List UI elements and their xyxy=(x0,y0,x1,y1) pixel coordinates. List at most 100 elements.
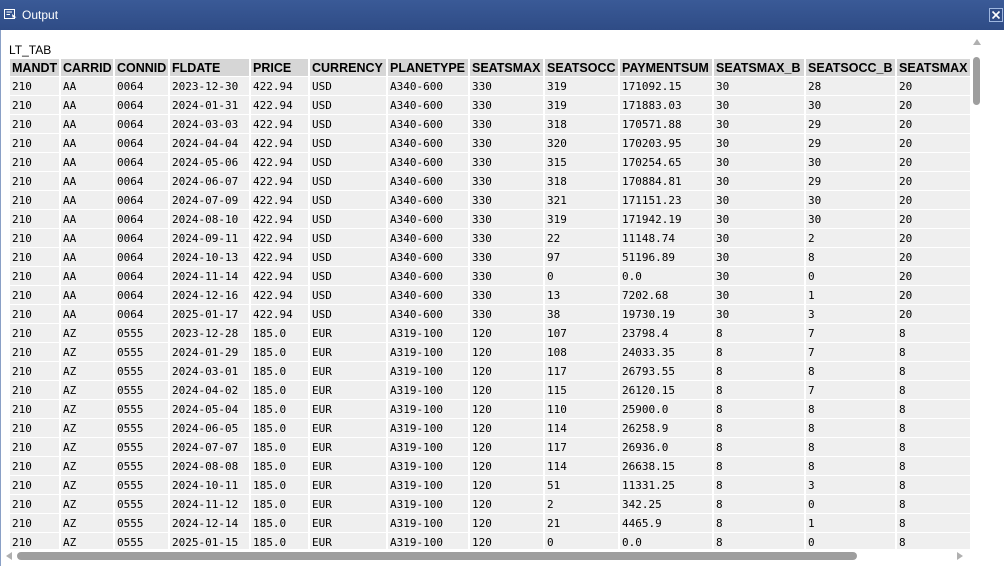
table-cell[interactable]: 185.0 xyxy=(251,381,310,400)
table-cell[interactable]: 210 xyxy=(10,533,61,549)
table-cell[interactable]: 30 xyxy=(714,191,806,210)
table-cell[interactable]: A340-600 xyxy=(388,305,470,324)
table-cell[interactable]: 0064 xyxy=(115,153,170,172)
table-cell[interactable]: 422.94 xyxy=(251,115,310,134)
table-cell[interactable]: 210 xyxy=(10,267,61,286)
table-cell[interactable]: 210 xyxy=(10,191,61,210)
table-cell[interactable]: 25900.0 xyxy=(620,400,714,419)
table-cell[interactable]: 185.0 xyxy=(251,438,310,457)
table-cell[interactable]: 8 xyxy=(897,381,970,400)
table-cell[interactable]: A340-600 xyxy=(388,153,470,172)
table-cell[interactable]: 170254.65 xyxy=(620,153,714,172)
table-cell[interactable]: 210 xyxy=(10,134,61,153)
table-cell[interactable]: AZ xyxy=(61,438,115,457)
scroll-left-arrow-icon[interactable] xyxy=(6,552,12,560)
table-cell[interactable]: 30 xyxy=(714,172,806,191)
table-cell[interactable]: 8 xyxy=(714,514,806,533)
table-cell[interactable]: 330 xyxy=(470,248,545,267)
column-header[interactable]: SEATSMAX_B xyxy=(714,59,806,77)
table-cell[interactable]: 20 xyxy=(897,96,970,115)
table-cell[interactable]: 8 xyxy=(806,362,897,381)
table-cell[interactable]: 8 xyxy=(897,533,970,549)
table-cell[interactable]: 422.94 xyxy=(251,210,310,229)
table-cell[interactable]: 185.0 xyxy=(251,533,310,549)
table-cell[interactable]: 2024-08-10 xyxy=(170,210,251,229)
table-cell[interactable]: A319-100 xyxy=(388,438,470,457)
table-cell[interactable]: AA xyxy=(61,286,115,305)
table-cell[interactable]: 120 xyxy=(470,343,545,362)
table-cell[interactable]: 7 xyxy=(806,343,897,362)
table-cell[interactable]: 170884.81 xyxy=(620,172,714,191)
table-cell[interactable]: USD xyxy=(310,210,388,229)
column-header[interactable]: FLDATE xyxy=(170,59,251,77)
table-cell[interactable]: 171092.15 xyxy=(620,77,714,96)
table-cell[interactable]: 2023-12-28 xyxy=(170,324,251,343)
table-cell[interactable]: 2024-03-01 xyxy=(170,362,251,381)
table-cell[interactable]: 30 xyxy=(714,115,806,134)
table-cell[interactable]: 0064 xyxy=(115,229,170,248)
table-cell[interactable]: 2024-04-04 xyxy=(170,134,251,153)
table-cell[interactable]: 0555 xyxy=(115,495,170,514)
table-cell[interactable]: 2023-12-30 xyxy=(170,77,251,96)
table-cell[interactable]: 110 xyxy=(545,400,620,419)
table-cell[interactable]: AZ xyxy=(61,533,115,549)
table-cell[interactable]: 2024-11-12 xyxy=(170,495,251,514)
table-cell[interactable]: 107 xyxy=(545,324,620,343)
table-cell[interactable]: A319-100 xyxy=(388,343,470,362)
table-cell[interactable]: 30 xyxy=(714,229,806,248)
table-cell[interactable]: 20 xyxy=(897,286,970,305)
table-cell[interactable]: 318 xyxy=(545,115,620,134)
table-cell[interactable]: 7 xyxy=(806,324,897,343)
table-cell[interactable]: USD xyxy=(310,191,388,210)
table-cell[interactable]: 319 xyxy=(545,96,620,115)
table-cell[interactable]: 422.94 xyxy=(251,153,310,172)
table-cell[interactable]: 0555 xyxy=(115,343,170,362)
table-cell[interactable]: A319-100 xyxy=(388,533,470,549)
table-cell[interactable]: 2024-01-29 xyxy=(170,343,251,362)
table-cell[interactable]: 8 xyxy=(897,419,970,438)
table-cell[interactable]: 30 xyxy=(714,134,806,153)
table-cell[interactable]: EUR xyxy=(310,419,388,438)
table-cell[interactable]: 185.0 xyxy=(251,400,310,419)
column-header[interactable]: CURRENCY xyxy=(310,59,388,77)
table-cell[interactable]: 0 xyxy=(806,533,897,549)
table-cell[interactable]: 171883.03 xyxy=(620,96,714,115)
column-header[interactable]: SEATSOCC xyxy=(545,59,620,77)
table-cell[interactable]: 8 xyxy=(806,248,897,267)
table-cell[interactable]: A319-100 xyxy=(388,362,470,381)
close-button[interactable] xyxy=(989,8,1003,22)
table-cell[interactable]: 23798.4 xyxy=(620,324,714,343)
table-cell[interactable]: 20 xyxy=(897,172,970,191)
table-cell[interactable]: 422.94 xyxy=(251,286,310,305)
table-cell[interactable]: AZ xyxy=(61,419,115,438)
table-cell[interactable]: 0064 xyxy=(115,286,170,305)
table-cell[interactable]: 2024-12-16 xyxy=(170,286,251,305)
table-cell[interactable]: A340-600 xyxy=(388,134,470,153)
table-cell[interactable]: 8 xyxy=(806,400,897,419)
table-cell[interactable]: 120 xyxy=(470,476,545,495)
table-cell[interactable]: 120 xyxy=(470,533,545,549)
table-cell[interactable]: 13 xyxy=(545,286,620,305)
table-cell[interactable]: 320 xyxy=(545,134,620,153)
table-cell[interactable]: 3 xyxy=(806,305,897,324)
table-cell[interactable]: EUR xyxy=(310,362,388,381)
table-cell[interactable]: 0 xyxy=(545,267,620,286)
table-cell[interactable]: 120 xyxy=(470,362,545,381)
table-cell[interactable]: 2024-03-03 xyxy=(170,115,251,134)
table-cell[interactable]: 0555 xyxy=(115,438,170,457)
table-cell[interactable]: 30 xyxy=(714,286,806,305)
table-cell[interactable]: EUR xyxy=(310,324,388,343)
table-cell[interactable]: 120 xyxy=(470,457,545,476)
table-cell[interactable]: 8 xyxy=(714,438,806,457)
table-cell[interactable]: AA xyxy=(61,172,115,191)
table-cell[interactable]: 0064 xyxy=(115,210,170,229)
table-cell[interactable]: 210 xyxy=(10,381,61,400)
table-cell[interactable]: 330 xyxy=(470,115,545,134)
table-cell[interactable]: 422.94 xyxy=(251,96,310,115)
table-cell[interactable]: 20 xyxy=(897,115,970,134)
column-header[interactable]: SEATSMAX xyxy=(897,59,970,77)
table-cell[interactable]: 8 xyxy=(897,400,970,419)
table-cell[interactable]: 0064 xyxy=(115,248,170,267)
table-cell[interactable]: 2024-06-05 xyxy=(170,419,251,438)
table-cell[interactable]: 8 xyxy=(806,419,897,438)
